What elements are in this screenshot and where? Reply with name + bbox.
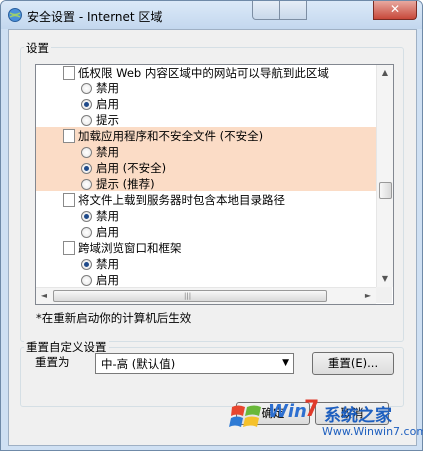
list-item[interactable]: 提示	[36, 112, 376, 127]
radio-button[interactable]	[81, 83, 92, 94]
watermark-win: Win	[268, 401, 307, 422]
vertical-scrollbar[interactable]: ▲ ▼	[376, 65, 393, 287]
list-item[interactable]: 启用 (不安全)	[36, 160, 376, 175]
maximize-button[interactable]	[279, 1, 307, 20]
setting-document-icon	[63, 193, 75, 207]
window-title: 安全设置 - Internet 区域	[27, 10, 163, 24]
scroll-grip-icon: |||	[184, 292, 192, 300]
radio-label: 提示	[96, 113, 119, 127]
watermark-url: Www.Winwin7.com	[322, 425, 423, 438]
list-item[interactable]: 启用	[36, 96, 376, 111]
scroll-left-icon[interactable]: ◄	[36, 288, 52, 304]
list-item[interactable]: 启用	[36, 272, 376, 287]
radio-label: 禁用	[96, 209, 119, 223]
reset-to-label: 重置为	[35, 355, 70, 369]
list-item[interactable]: 跨域浏览窗口和框架	[36, 240, 376, 255]
horizontal-scroll-thumb[interactable]: |||	[53, 290, 327, 302]
radio-label: 启用	[96, 273, 119, 287]
setting-header: 跨域浏览窗口和框架	[78, 241, 182, 255]
internet-globe-icon	[8, 8, 22, 22]
radio-button[interactable]	[81, 99, 92, 110]
setting-document-icon	[63, 241, 75, 255]
restart-note: *在重新启动你的计算机后生效	[36, 311, 192, 325]
close-button[interactable]: ✕	[373, 1, 417, 20]
scrollbar-corner	[376, 287, 392, 303]
vertical-scroll-thumb[interactable]	[379, 182, 392, 199]
list-item[interactable]: 启用	[36, 224, 376, 239]
watermark: Win 7 系统之家 Www.Winwin7.com	[226, 395, 423, 443]
radio-button[interactable]	[81, 259, 92, 270]
radio-button[interactable]	[81, 115, 92, 126]
radio-button[interactable]	[81, 163, 92, 174]
setting-document-icon	[63, 66, 75, 80]
list-item[interactable]: 禁用	[36, 80, 376, 95]
setting-document-icon	[63, 129, 75, 143]
list-item[interactable]: 加载应用程序和不安全文件 (不安全)	[36, 128, 376, 143]
settings-list-viewport: 低权限 Web 内容区域中的网站可以导航到此区域 禁用 启用 提示 加载应用程序…	[36, 65, 376, 287]
list-item[interactable]: 禁用	[36, 208, 376, 223]
radio-label: 启用	[96, 225, 119, 239]
radio-button[interactable]	[81, 179, 92, 190]
scroll-down-icon[interactable]: ▼	[377, 271, 393, 287]
list-item[interactable]: 禁用	[36, 256, 376, 271]
radio-button[interactable]	[81, 147, 92, 158]
setting-header: 低权限 Web 内容区域中的网站可以导航到此区域	[78, 66, 329, 80]
list-item[interactable]: 提示 (推荐)	[36, 176, 376, 191]
reset-button[interactable]: 重置(E)...	[312, 352, 394, 375]
minimize-button[interactable]	[252, 1, 280, 20]
security-settings-window: 安全设置 - Internet 区域 ✕ 设置 低权限 Web 内容区域中的网站…	[0, 0, 423, 451]
horizontal-scrollbar[interactable]: ◄ ||| ►	[36, 287, 376, 304]
setting-header: 加载应用程序和不安全文件 (不安全)	[78, 129, 264, 143]
radio-button[interactable]	[81, 227, 92, 238]
title-bar[interactable]: 安全设置 - Internet 区域 ✕	[1, 1, 422, 29]
radio-label: 提示 (推荐)	[96, 177, 155, 191]
close-icon: ✕	[390, 2, 401, 16]
watermark-brand: 系统之家	[324, 406, 392, 426]
radio-label: 启用	[96, 97, 119, 111]
dialog-body: 设置 低权限 Web 内容区域中的网站可以导航到此区域 禁用 启用 提示 加载应…	[8, 29, 417, 446]
radio-label: 禁用	[96, 257, 119, 271]
security-level-value: 中-高 (默认值)	[101, 357, 176, 371]
radio-label: 禁用	[96, 145, 119, 159]
dropdown-arrow-icon: ▼	[282, 358, 289, 368]
list-item[interactable]: 禁用	[36, 144, 376, 159]
windows-logo-icon	[229, 405, 261, 427]
list-item[interactable]: 将文件上载到服务器时包含本地目录路径	[36, 192, 376, 207]
settings-list[interactable]: 低权限 Web 内容区域中的网站可以导航到此区域 禁用 启用 提示 加载应用程序…	[35, 64, 394, 305]
list-item[interactable]: 低权限 Web 内容区域中的网站可以导航到此区域	[36, 65, 376, 80]
watermark-seven: 7	[304, 397, 320, 422]
radio-button[interactable]	[81, 275, 92, 286]
radio-button[interactable]	[81, 211, 92, 222]
settings-group-label: 设置	[24, 40, 51, 56]
radio-label: 禁用	[96, 81, 119, 95]
scroll-right-icon[interactable]: ►	[360, 288, 376, 304]
security-level-select[interactable]: 中-高 (默认值) ▼	[95, 353, 294, 374]
scroll-up-icon[interactable]: ▲	[377, 65, 393, 81]
setting-header: 将文件上载到服务器时包含本地目录路径	[78, 193, 285, 207]
radio-label: 启用 (不安全)	[96, 161, 167, 175]
